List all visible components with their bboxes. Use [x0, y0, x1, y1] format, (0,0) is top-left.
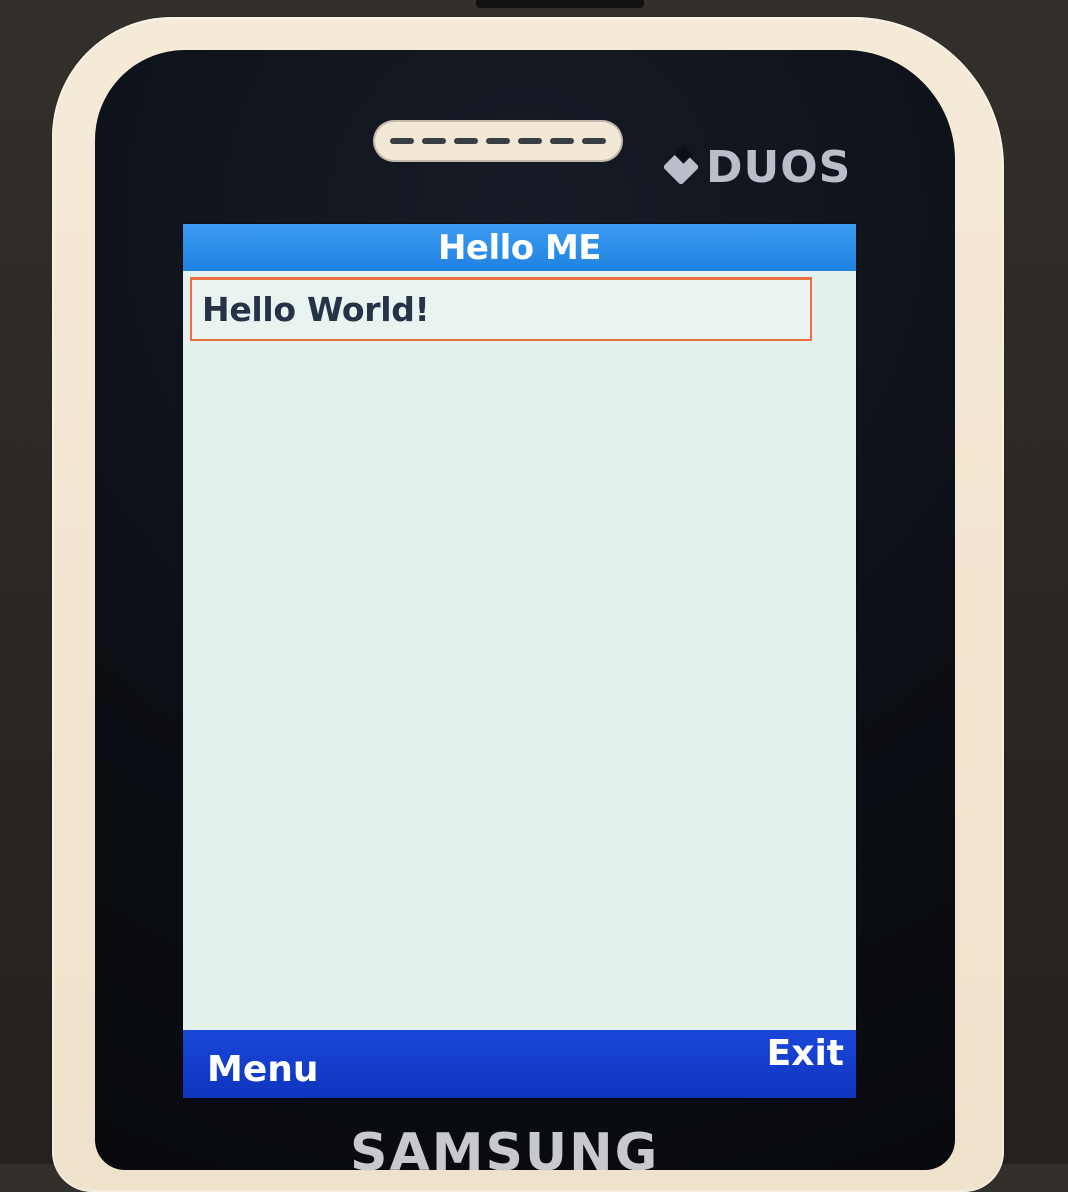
sim-card-icon	[666, 148, 698, 188]
samsung-logo: SAMSUNG	[350, 1123, 660, 1183]
hello-world-item[interactable]: Hello World!	[190, 277, 812, 341]
speaker-slot	[454, 138, 478, 144]
content-area: Hello World!	[183, 271, 856, 1031]
speaker-grille-icon	[373, 120, 623, 162]
top-tab	[476, 0, 644, 8]
app-title-bar: Hello ME	[183, 224, 856, 271]
duos-badge: DUOS	[666, 142, 851, 193]
speaker-slot	[486, 138, 510, 144]
speaker-slot	[550, 138, 574, 144]
page-title: Hello ME	[437, 227, 602, 268]
menu-softkey[interactable]: Menu	[207, 1049, 319, 1090]
speaker-slot	[422, 138, 446, 144]
exit-softkey[interactable]: Exit	[767, 1033, 844, 1074]
softkey-bar: Menu Exit	[183, 1030, 856, 1098]
speaker-slot	[518, 138, 542, 144]
speaker-slot	[582, 138, 606, 144]
speaker-slot	[390, 138, 414, 144]
duos-label: DUOS	[706, 142, 852, 193]
hello-world-text: Hello World!	[202, 290, 430, 329]
phone-screen: Hello ME Hello World! Menu Exit	[183, 224, 856, 1098]
